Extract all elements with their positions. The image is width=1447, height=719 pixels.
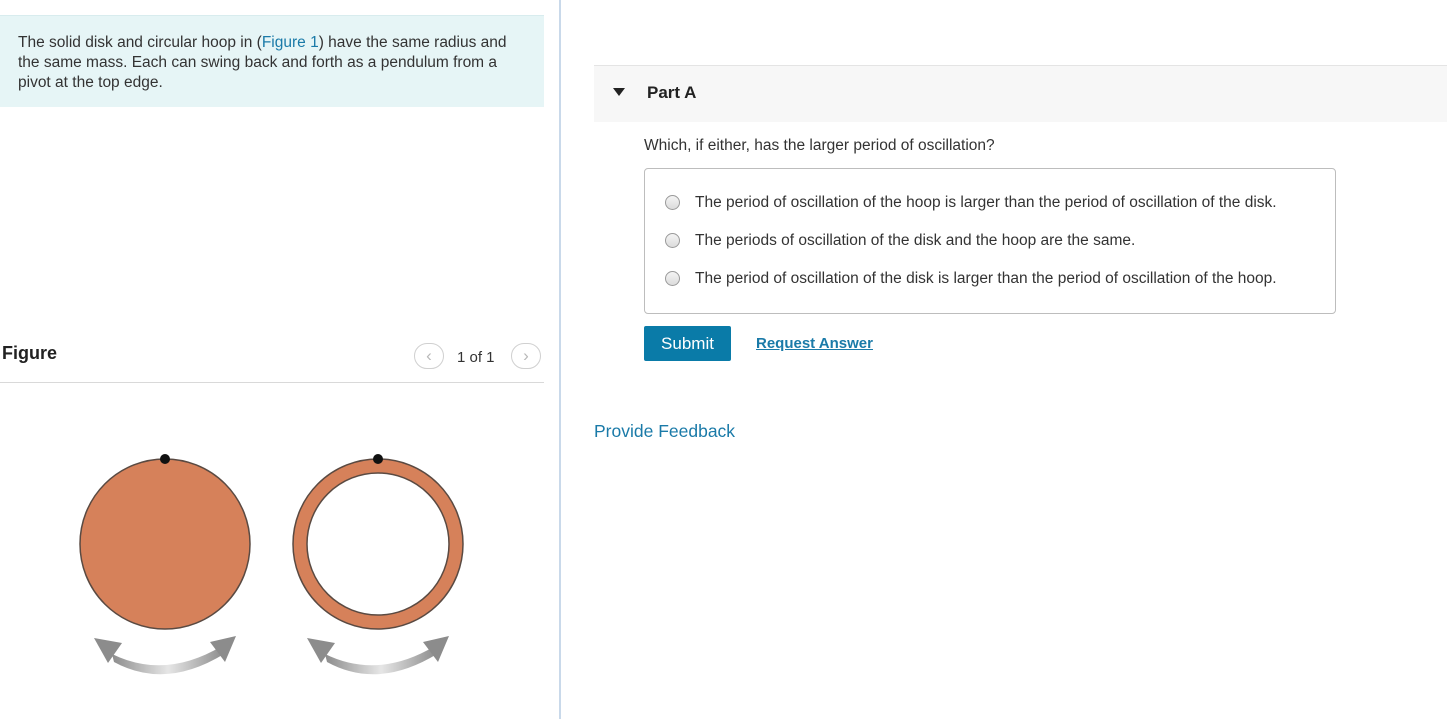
disk-pivot-dot [160, 454, 170, 464]
radio-button[interactable] [665, 271, 680, 286]
caret-down-icon [613, 88, 625, 96]
part-a-header[interactable]: Part A [594, 65, 1447, 122]
hoop-pivot-dot [373, 454, 383, 464]
answer-options: The period of oscillation of the hoop is… [644, 168, 1336, 314]
next-figure-button[interactable]: › [511, 343, 541, 369]
submit-button[interactable]: Submit [644, 326, 731, 361]
figure-title: Figure [2, 343, 58, 363]
figure-link[interactable]: Figure 1 [262, 34, 319, 51]
option-label: The period of oscillation of the disk is… [695, 270, 1277, 287]
option-label: The period of oscillation of the hoop is… [695, 194, 1277, 211]
hoop-swing-arrow [307, 636, 449, 675]
provide-feedback-link[interactable]: Provide Feedback [594, 421, 735, 442]
radio-button[interactable] [665, 233, 680, 248]
disk-and-hoop-figure [79, 454, 464, 675]
solid-disk [79, 458, 251, 630]
problem-pane: The solid disk and circular hoop in (Fig… [0, 0, 560, 719]
figure-header: Figure ‹ 1 of 1 › [0, 334, 544, 383]
question-text: Which, if either, has the larger period … [644, 137, 995, 154]
radio-button[interactable] [665, 195, 680, 210]
option-label: The periods of oscillation of the disk a… [695, 232, 1136, 249]
request-answer-link[interactable]: Request Answer [756, 335, 873, 352]
part-title: Part A [647, 83, 697, 102]
hoop-inner-ring [306, 472, 450, 616]
intro-text-start: The solid disk and circular hoop in ( [18, 34, 262, 51]
answer-pane: Part A Which, if either, has the larger … [561, 0, 1447, 719]
problem-statement: The solid disk and circular hoop in (Fig… [0, 15, 544, 107]
figure-page-count: 1 of 1 [457, 349, 495, 366]
previous-figure-button[interactable]: ‹ [414, 343, 444, 369]
disk-swing-arrow [94, 636, 236, 675]
